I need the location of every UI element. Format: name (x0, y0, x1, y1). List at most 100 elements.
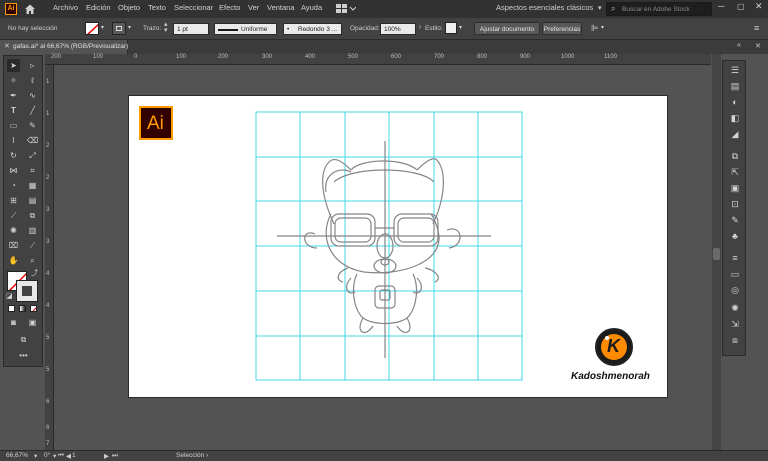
artboard-number[interactable]: 1 (72, 452, 76, 459)
app-logo[interactable]: Ai (5, 3, 17, 15)
close-panels-icon[interactable]: ✕ (755, 42, 761, 50)
menu-edicion[interactable]: Edición (86, 3, 111, 12)
menu-ayuda[interactable]: Ayuda (301, 3, 322, 12)
rotation-angle[interactable]: 0° (44, 452, 50, 459)
menu-objeto[interactable]: Objeto (118, 3, 140, 12)
align-icon[interactable]: ⊫ (591, 23, 599, 34)
chevron-down-icon[interactable]: ▾ (53, 452, 56, 460)
swatches-panel-icon[interactable]: ◢ (727, 127, 743, 141)
fill-swatch[interactable] (85, 22, 99, 35)
collapse-panels-icon[interactable]: « (737, 42, 741, 49)
selection-tool-icon[interactable]: ➤ (7, 59, 20, 72)
rotate-tool-icon[interactable]: ↻ (7, 149, 20, 162)
menu-ventana[interactable]: Ventana (267, 3, 295, 12)
graphic-style-swatch[interactable] (445, 22, 457, 34)
variable-width-profile[interactable]: Uniforme (214, 23, 277, 35)
previous-artboard-icon[interactable]: ◀ (66, 452, 71, 460)
last-artboard-icon[interactable]: ⏭ (112, 452, 118, 460)
chevron-right-icon[interactable]: › (206, 452, 208, 459)
layers-panel-icon[interactable]: ⧉ (727, 149, 743, 163)
vertical-scrollbar[interactable] (712, 54, 721, 450)
menu-texto[interactable]: Texto (148, 3, 166, 12)
chevron-down-icon[interactable]: ▾ (128, 24, 131, 31)
horizontal-ruler[interactable]: 200 100 0 100 200 300 400 500 600 700 80… (45, 54, 711, 65)
stroke-swatch[interactable] (112, 22, 126, 35)
close-button[interactable]: ✕ (755, 1, 763, 12)
none-mode-icon[interactable] (30, 305, 37, 312)
swap-colors-icon[interactable]: ⤴ (31, 268, 38, 278)
graphic-styles-panel-icon[interactable]: ⇲ (727, 317, 743, 331)
minimize-button[interactable]: ─ (718, 1, 724, 11)
eraser-tool-icon[interactable]: ⌫ (26, 134, 39, 147)
free-transform-tool-icon[interactable]: ⌗ (26, 164, 39, 177)
artboard-tool-icon[interactable]: ⌧ (7, 239, 20, 252)
zoom-level[interactable]: 66,67% (6, 452, 28, 459)
home-icon[interactable] (24, 3, 36, 15)
arrange-documents-icon[interactable] (336, 4, 357, 14)
screen-mode-icon[interactable]: ▣ (26, 316, 39, 329)
column-graph-tool-icon[interactable]: ▥ (26, 224, 39, 237)
pathfinder-panel-icon[interactable]: ⧈ (727, 333, 743, 347)
chevron-down-icon[interactable]: ▾ (34, 452, 37, 460)
scrollbar-thumb[interactable] (713, 248, 720, 260)
color-mode-icon[interactable] (8, 305, 15, 312)
sketch-layer[interactable] (129, 96, 669, 399)
color-guide-panel-icon[interactable]: ◧ (727, 111, 743, 125)
adjust-document-button[interactable]: Ajustar documento (474, 22, 540, 35)
appearance-panel-icon[interactable]: ✺ (727, 301, 743, 315)
gradient-panel-icon[interactable]: ▭ (727, 267, 743, 281)
draw-mode-icon[interactable]: ◙ (7, 316, 20, 329)
artboards-panel-icon[interactable]: ▣ (727, 181, 743, 195)
canvas-area[interactable]: Ai K Kadoshmenorah (55, 66, 710, 450)
scale-tool-icon[interactable]: ⤢ (26, 149, 39, 162)
mesh-tool-icon[interactable]: ⊞ (7, 194, 20, 207)
color-panel-icon[interactable]: ◐ (727, 95, 743, 109)
properties-panel-icon[interactable]: ☰ (727, 63, 743, 77)
next-artboard-icon[interactable]: ▶ (104, 452, 109, 460)
edit-toolbar-icon[interactable]: ⧉ (17, 333, 30, 346)
direct-selection-tool-icon[interactable]: ▹ (26, 59, 39, 72)
zoom-tool-icon[interactable]: ⌕ (26, 254, 39, 267)
menu-archivo[interactable]: Archivo (53, 3, 78, 12)
maximize-button[interactable]: ▢ (737, 2, 745, 11)
magic-wand-tool-icon[interactable]: ✧ (7, 74, 20, 87)
paintbrush-tool-icon[interactable]: ✎ (26, 119, 39, 132)
panel-menu-icon[interactable]: ≡ (754, 23, 759, 33)
transparency-panel-icon[interactable]: ◎ (727, 283, 743, 297)
stroke-weight-field[interactable]: 1 pt (173, 23, 209, 35)
search-field[interactable]: ⌕ Buscar en Adobe Stock (606, 2, 712, 16)
opacity-field[interactable]: 100% (380, 23, 416, 35)
curvature-tool-icon[interactable]: ∿ (26, 89, 39, 102)
workspace-switcher[interactable]: Aspectos esenciales clásicos (496, 3, 593, 12)
shaper-tool-icon[interactable]: ⌇ (7, 134, 20, 147)
blend-tool-icon[interactable]: ⧉ (26, 209, 39, 222)
libraries-panel-icon[interactable]: ▤ (727, 79, 743, 93)
artboard[interactable]: Ai K Kadoshmenorah (128, 95, 668, 398)
lasso-tool-icon[interactable]: ℓ (26, 74, 39, 87)
brush-definition[interactable]: • Redondo 3 ... (283, 23, 342, 35)
first-artboard-icon[interactable]: ⏮ (58, 452, 64, 460)
brushes-panel-icon[interactable]: ✎ (727, 213, 743, 227)
symbol-sprayer-tool-icon[interactable]: ✺ (7, 224, 20, 237)
default-colors-icon[interactable]: ◪ (6, 292, 13, 300)
chevron-right-icon[interactable]: › (419, 24, 421, 31)
document-tab[interactable]: ✕ gafas.ai* al 66,67% (RGB/Previsualizar… (0, 40, 128, 54)
chevron-down-icon[interactable]: ▾ (459, 24, 462, 31)
vertical-ruler[interactable]: 1 1 2 2 3 3 4 4 5 5 6 6 7 (45, 65, 54, 450)
stroke-panel-icon[interactable]: ≡ (727, 251, 743, 265)
stroke-color-box[interactable] (16, 280, 38, 302)
more-tools-icon[interactable]: ••• (17, 349, 30, 362)
symbols-panel-icon[interactable]: ♣ (727, 229, 743, 243)
menu-ver[interactable]: Ver (248, 3, 259, 12)
stroke-stepper-icon[interactable]: ▴ ▾ (164, 21, 168, 34)
pen-tool-icon[interactable]: ✒ (7, 89, 20, 102)
rectangle-tool-icon[interactable]: ▭ (7, 119, 20, 132)
menu-efecto[interactable]: Efecto (219, 3, 240, 12)
slice-tool-icon[interactable]: ⟋ (26, 239, 39, 252)
perspective-grid-tool-icon[interactable]: ▦ (26, 179, 39, 192)
line-segment-tool-icon[interactable]: ╱ (26, 104, 39, 117)
chevron-down-icon[interactable]: ▾ (101, 24, 104, 31)
shape-builder-tool-icon[interactable]: ◔ (7, 179, 20, 192)
asset-export-panel-icon[interactable]: ⊡ (727, 197, 743, 211)
chevron-down-icon[interactable]: ▾ (598, 4, 602, 12)
